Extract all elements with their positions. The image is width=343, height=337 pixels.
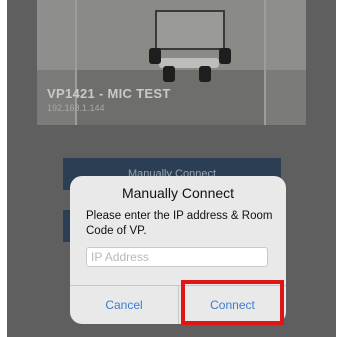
room-photo-chair xyxy=(149,48,161,64)
room-photo-chair xyxy=(219,48,231,64)
room-card[interactable]: VP1421 - MIC TEST 192.168.1.144 xyxy=(37,0,306,125)
room-title: VP1421 - MIC TEST xyxy=(47,86,171,101)
room-photo-display xyxy=(155,10,225,50)
dialog-message: Please enter the IP address & Room Code … xyxy=(86,210,273,237)
ip-address-input[interactable] xyxy=(86,247,268,267)
room-photo-glass-right xyxy=(264,0,306,125)
dialog-title: Manually Connect xyxy=(121,185,235,201)
room-photo-chair xyxy=(199,66,211,82)
room-photo-chair xyxy=(163,66,175,82)
manual-connect-dialog: Manually Connect Please enter the IP add… xyxy=(70,176,286,324)
room-ip-address: 192.168.1.144 xyxy=(47,103,105,113)
connect-button[interactable]: Connect xyxy=(179,286,286,324)
cancel-button[interactable]: Cancel xyxy=(70,286,178,324)
